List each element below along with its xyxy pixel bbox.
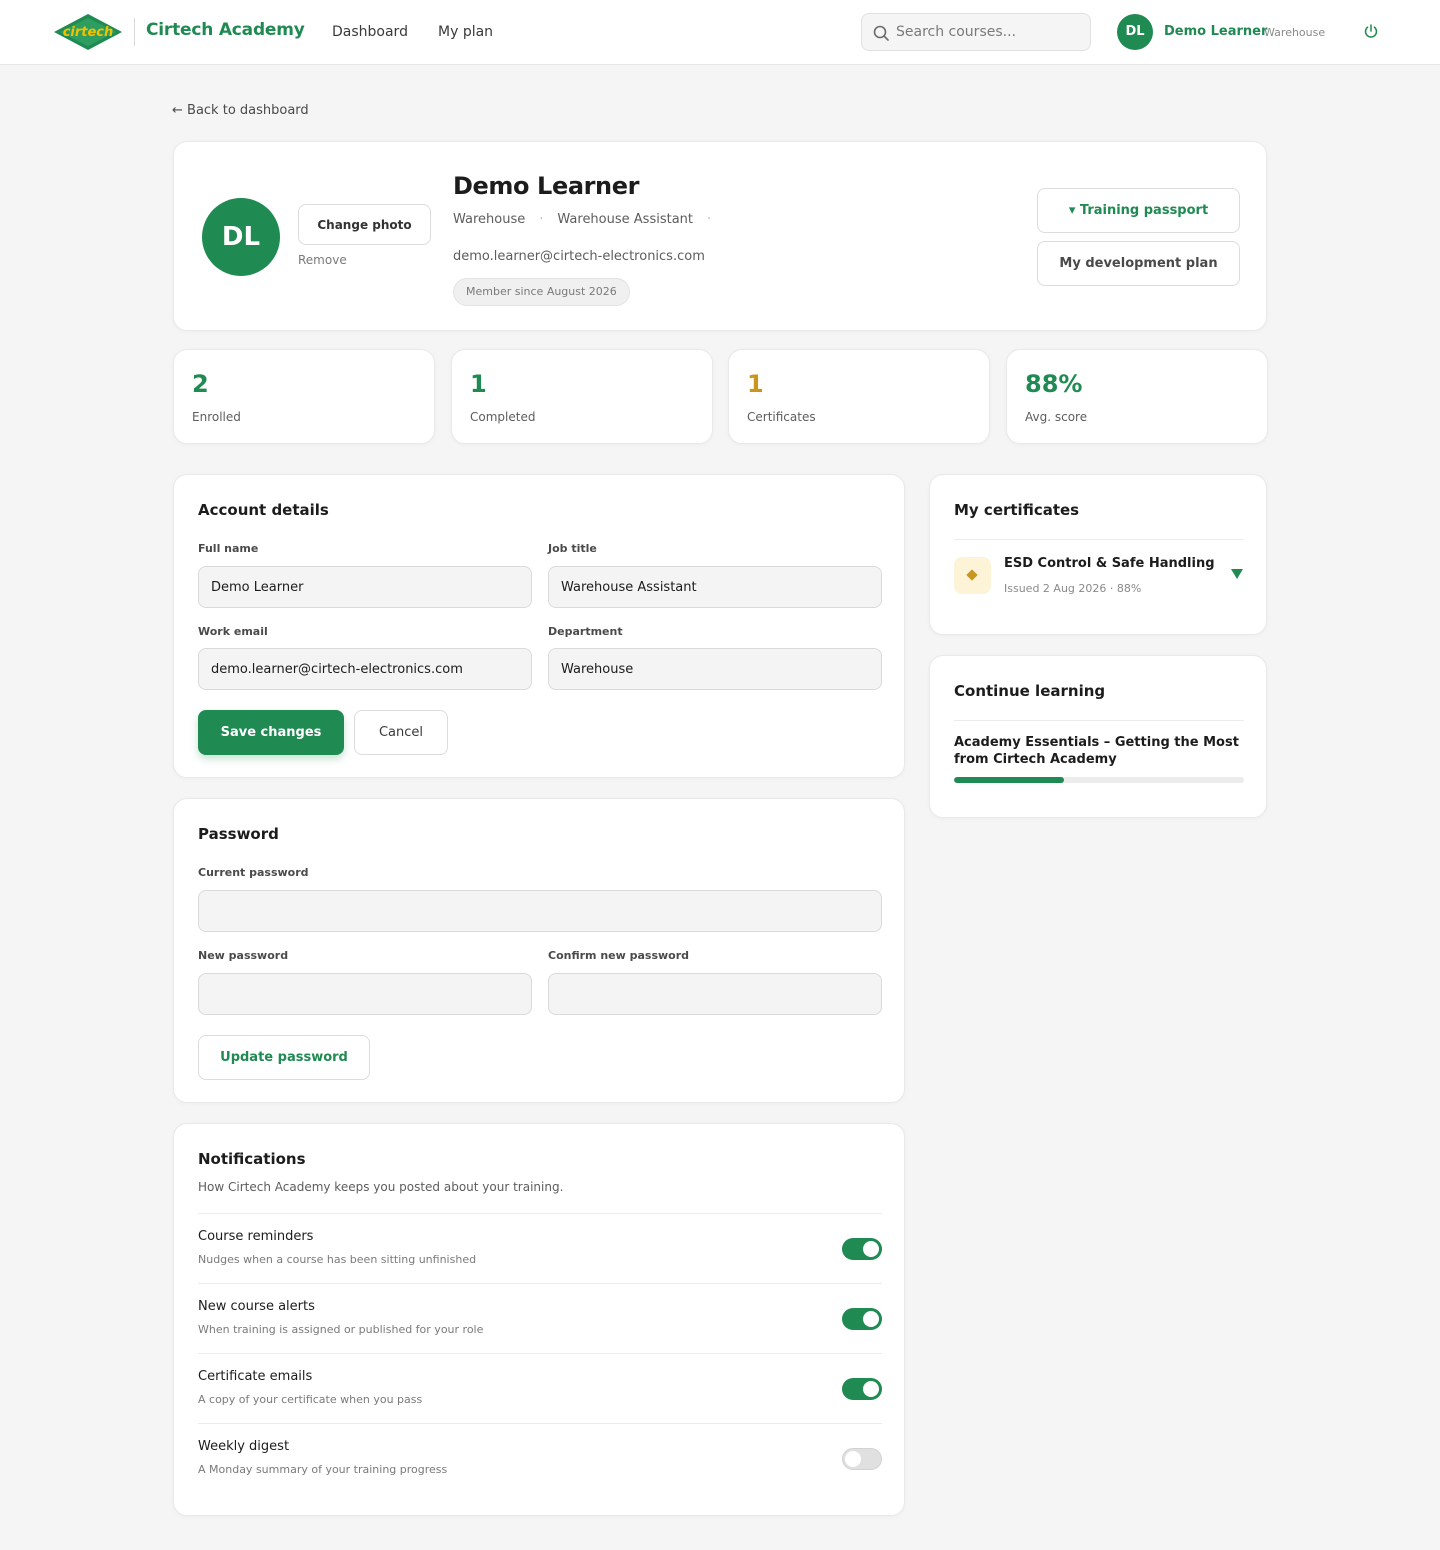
top-navigation-bar: cirtech Cirtech Academy Dashboard My pla… xyxy=(0,0,1440,65)
notifications-card: Notifications How Cirtech Academy keeps … xyxy=(173,1123,905,1516)
certificate-emails-toggle[interactable] xyxy=(842,1378,882,1400)
expand-triangle-icon[interactable] xyxy=(1230,567,1244,581)
notification-description: Nudges when a course has been sitting un… xyxy=(198,1253,477,1266)
job-title-field[interactable] xyxy=(548,566,882,608)
stat-label: Certificates xyxy=(747,410,816,424)
user-avatar[interactable]: DL xyxy=(1117,14,1153,50)
user-department: Warehouse xyxy=(1264,26,1326,39)
training-passport-button[interactable]: ▾ Training passport xyxy=(1037,188,1240,233)
profile-department: Warehouse xyxy=(453,212,526,227)
course-title[interactable]: Academy Essentials – Getting the Most fr… xyxy=(954,734,1244,768)
stat-value: 1 xyxy=(470,370,487,398)
notification-title: Course reminders xyxy=(198,1229,314,1244)
work-email-label: Work email xyxy=(198,625,268,638)
meta-separator: · xyxy=(539,212,544,227)
remove-photo-link[interactable]: Remove xyxy=(298,253,347,267)
toggle-knob xyxy=(863,1241,879,1257)
notifications-title: Notifications xyxy=(198,1150,306,1168)
account-details-title: Account details xyxy=(198,501,329,519)
profile-name: Demo Learner xyxy=(453,172,640,200)
password-card: Password Current password New password C… xyxy=(173,798,905,1103)
nav-my-plan[interactable]: My plan xyxy=(438,24,493,40)
back-to-dashboard-link[interactable]: ← Back to dashboard xyxy=(172,103,309,118)
nav-dashboard[interactable]: Dashboard xyxy=(332,24,408,40)
profile-card: DL Change photo Remove Demo Learner Ware… xyxy=(173,141,1267,331)
divider xyxy=(954,720,1244,721)
save-changes-button[interactable]: Save changes xyxy=(198,710,344,755)
user-name[interactable]: Demo Learner xyxy=(1164,24,1267,39)
full-name-field[interactable] xyxy=(198,566,532,608)
notification-title: New course alerts xyxy=(198,1299,315,1314)
profile-email: demo.learner@cirtech-electronics.com xyxy=(453,249,705,264)
current-password-label: Current password xyxy=(198,866,309,879)
divider xyxy=(954,539,1244,540)
notification-title: Weekly digest xyxy=(198,1439,290,1454)
certificate-diamond-icon xyxy=(954,557,991,594)
profile-meta: Warehouse · Warehouse Assistant · xyxy=(453,212,725,227)
notification-description: A Monday summary of your training progre… xyxy=(198,1463,448,1476)
my-certificates-title: My certificates xyxy=(954,501,1080,519)
notification-description: When training is assigned or published f… xyxy=(198,1323,484,1336)
course-progress-bar xyxy=(954,777,1244,783)
course-progress-fill xyxy=(954,777,1065,783)
diamond-mark xyxy=(966,569,978,581)
member-since-badge: Member since August 2026 xyxy=(453,278,630,306)
stat-label: Enrolled xyxy=(192,410,241,424)
stat-value: 88% xyxy=(1025,370,1083,398)
weekly-digest-toggle[interactable] xyxy=(842,1448,882,1470)
toggle-knob xyxy=(863,1381,879,1397)
logo-text: cirtech xyxy=(63,25,114,40)
cancel-button[interactable]: Cancel xyxy=(354,710,448,755)
continue-learning-title: Continue learning xyxy=(954,682,1106,700)
stat-value: 2 xyxy=(192,370,209,398)
notification-description: A copy of your certificate when you pass xyxy=(198,1393,423,1406)
current-password-field[interactable] xyxy=(198,890,882,932)
stat-card-completed: 1 Completed xyxy=(451,349,713,444)
job-title-label: Job title xyxy=(548,542,597,555)
work-email-field[interactable] xyxy=(198,648,532,690)
department-label: Department xyxy=(548,625,623,638)
account-details-card: Account details Full name Job title Work… xyxy=(173,474,905,778)
toggle-knob xyxy=(845,1451,861,1467)
course-reminders-toggle[interactable] xyxy=(842,1238,882,1260)
change-photo-button[interactable]: Change photo xyxy=(298,204,431,245)
development-plan-button[interactable]: My development plan xyxy=(1037,241,1240,286)
notification-row-new-course-alerts: New course alerts When training is assig… xyxy=(198,1283,882,1353)
profile-avatar: DL xyxy=(202,198,280,276)
profile-job-title: Warehouse Assistant xyxy=(557,212,693,227)
notification-row-certificate-emails: Certificate emails A copy of your certif… xyxy=(198,1353,882,1423)
stat-card-avg-score: 88% Avg. score xyxy=(1006,349,1268,444)
continue-learning-card: Continue learning Academy Essentials – G… xyxy=(929,655,1267,818)
notification-row-course-reminders: Course reminders Nudges when a course ha… xyxy=(198,1213,882,1283)
confirm-password-label: Confirm new password xyxy=(548,949,690,962)
my-certificates-card: My certificates ESD Control & Safe Handl… xyxy=(929,474,1267,635)
new-password-label: New password xyxy=(198,949,289,962)
stat-label: Completed xyxy=(470,410,536,424)
stat-label: Avg. score xyxy=(1025,410,1088,424)
stat-value: 1 xyxy=(747,370,764,398)
certificate-name[interactable]: ESD Control & Safe Handling xyxy=(1004,556,1215,571)
full-name-label: Full name xyxy=(198,542,259,555)
app-title[interactable]: Cirtech Academy xyxy=(146,20,305,40)
power-icon[interactable] xyxy=(1362,22,1380,40)
certificate-meta: Issued 2 Aug 2026 · 88% xyxy=(1004,582,1142,595)
notification-title: Certificate emails xyxy=(198,1369,313,1384)
meta-separator: · xyxy=(707,212,712,227)
cirtech-logo[interactable]: cirtech xyxy=(52,12,124,52)
password-title: Password xyxy=(198,825,279,843)
stat-card-enrolled: 2 Enrolled xyxy=(173,349,435,444)
notifications-subtitle: How Cirtech Academy keeps you posted abo… xyxy=(198,1180,564,1194)
stat-card-certificates: 1 Certificates xyxy=(728,349,990,444)
toggle-knob xyxy=(863,1311,879,1327)
confirm-password-field[interactable] xyxy=(548,973,882,1015)
search-box xyxy=(861,13,1091,51)
search-input[interactable] xyxy=(896,22,1082,42)
notification-row-weekly-digest: Weekly digest A Monday summary of your t… xyxy=(198,1423,882,1493)
search-icon xyxy=(873,25,889,41)
logo-divider xyxy=(134,18,135,46)
update-password-button[interactable]: Update password xyxy=(198,1035,370,1080)
department-field[interactable] xyxy=(548,648,882,690)
new-course-alerts-toggle[interactable] xyxy=(842,1308,882,1330)
new-password-field[interactable] xyxy=(198,973,532,1015)
